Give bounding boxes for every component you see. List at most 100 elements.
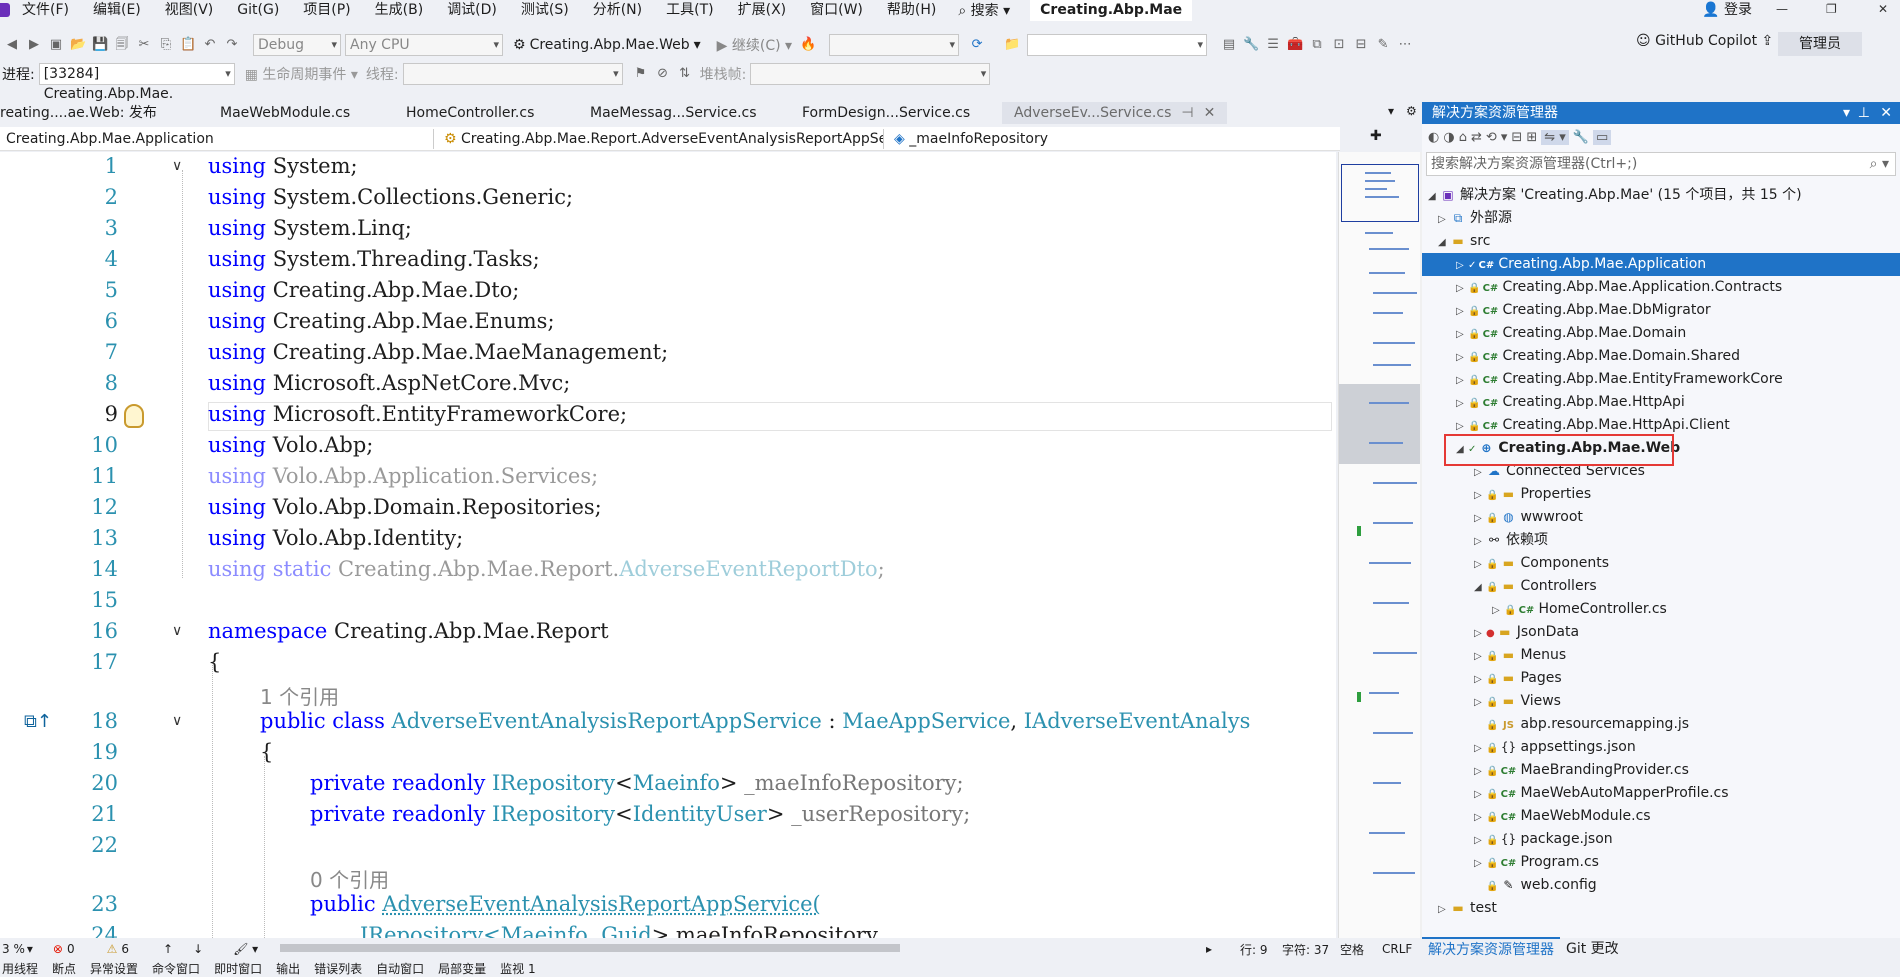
split-editor-icon[interactable]: ✚ xyxy=(1370,128,1382,144)
tree-item-menus[interactable]: ▷ 🔒 ▬ Menus xyxy=(1422,644,1900,667)
tree-item-brandingprovider[interactable]: ▷ 🔒 C# MaeBrandingProvider.cs xyxy=(1422,759,1900,782)
tab-settings-icon[interactable]: ⚙ xyxy=(1406,104,1417,118)
tab-locals[interactable]: 局部变量 xyxy=(438,960,486,977)
toolbox-icon[interactable]: 🧰 xyxy=(1287,37,1303,53)
fold-chevron-icon[interactable]: ∨ xyxy=(172,713,186,729)
collapse-arrow-icon[interactable]: ▷ xyxy=(1438,208,1450,231)
tab-error-list[interactable]: 错误列表 xyxy=(314,960,362,977)
expand-arrow-icon[interactable]: ◢ xyxy=(1438,231,1450,254)
minimap-thumb[interactable] xyxy=(1339,384,1421,464)
wrench-icon[interactable]: 🔧 xyxy=(1243,37,1259,53)
collapse-arrow-icon[interactable]: ▷ xyxy=(1474,737,1486,760)
switch-views-icon[interactable]: ⇄ xyxy=(1471,130,1482,145)
tree-item-maewebmodule[interactable]: ▷ 🔒 C# MaeWebModule.cs xyxy=(1422,805,1900,828)
restore-icon[interactable]: ❐ xyxy=(1826,0,1837,18)
flag-icon[interactable]: ⚑ xyxy=(633,66,649,82)
expand-arrow-icon[interactable]: ◢ xyxy=(1428,185,1440,208)
tab-command-window[interactable]: 命令窗口 xyxy=(152,960,200,977)
tab-git-changes[interactable]: Git 更改 xyxy=(1560,938,1625,958)
menu-tools[interactable]: 工具(T) xyxy=(654,0,725,20)
collapse-arrow-icon[interactable]: ▷ xyxy=(1474,622,1486,645)
menu-git[interactable]: Git(G) xyxy=(225,0,291,20)
minimize-icon[interactable]: — xyxy=(1776,0,1788,18)
fold-chevron-icon[interactable]: ∨ xyxy=(172,158,186,174)
collapse-all-icon[interactable]: ⊟ xyxy=(1511,130,1522,145)
codelens[interactable]: 1 个引用 xyxy=(0,681,1336,709)
tree-item-src[interactable]: ◢ ▬ src xyxy=(1422,230,1900,253)
collapse-arrow-icon[interactable]: ▷ xyxy=(1456,392,1468,415)
bookmark-icon[interactable]: ▤ xyxy=(1221,37,1237,53)
collapse-arrow-icon[interactable]: ▷ xyxy=(1438,898,1450,921)
code-editor[interactable]: 1 ∨ using System; 2 using System.Collection… xyxy=(0,152,1336,938)
tree-item-views[interactable]: ▷ 🔒 ▬ Views xyxy=(1422,690,1900,713)
reference-count[interactable]: 1 个引用 xyxy=(260,681,339,710)
debug-target-select[interactable] xyxy=(829,34,960,56)
menu-window[interactable]: 窗口(W) xyxy=(798,0,875,20)
fold-chevron-icon[interactable]: ∨ xyxy=(172,623,186,639)
expand-arrow-icon[interactable]: ◢ xyxy=(1474,576,1486,599)
tree-item-dependencies[interactable]: ▷ ⚯ 依赖项 xyxy=(1422,529,1900,552)
tree-item-dbmigrator[interactable]: ▷ 🔒 C# Creating.Abp.Mae.DbMigrator xyxy=(1422,299,1900,322)
dropdown-icon[interactable]: ▾ xyxy=(1843,102,1850,124)
tree-item-jsondata[interactable]: ▷ ● ▬ JsonData xyxy=(1422,621,1900,644)
tree-item-test[interactable]: ▷ ▬ test xyxy=(1422,897,1900,920)
tree-item-domain-shared[interactable]: ▷ 🔒 C# Creating.Abp.Mae.Domain.Shared xyxy=(1422,345,1900,368)
collapse-arrow-icon[interactable]: ▷ xyxy=(1474,668,1486,691)
tree-item-packagejson[interactable]: ▷ 🔒{} package.json xyxy=(1422,828,1900,851)
collapse-arrow-icon[interactable]: ▷ xyxy=(1456,346,1468,369)
close-tab-icon[interactable]: ✕ xyxy=(1204,102,1216,124)
zoom-level[interactable]: 3 % xyxy=(2,942,25,956)
collapse-arrow-icon[interactable]: ▷ xyxy=(1456,300,1468,323)
list-icon[interactable]: ☰ xyxy=(1265,37,1281,53)
browse-icon[interactable]: 📁 xyxy=(1004,37,1020,53)
tree-item-controllers[interactable]: ◢ 🔒 ▬ Controllers xyxy=(1422,575,1900,598)
pending-changes-icon[interactable]: ⟲ ▾ xyxy=(1486,130,1508,145)
github-copilot-button[interactable]: ☺ GitHub Copilot ⇪ ✉ xyxy=(1636,33,1789,49)
menu-extensions[interactable]: 扩展(X) xyxy=(726,0,799,20)
filter-icon[interactable]: ⊘ xyxy=(655,66,671,82)
brush-icon[interactable]: 🖌 ▾ xyxy=(233,942,258,956)
minimap-scrollbar[interactable] xyxy=(1338,152,1421,938)
tab-maemessage-service[interactable]: MaeMessag...Service.cs xyxy=(578,102,790,124)
project-nav-select[interactable]: Creating.Abp.Mae.Application xyxy=(0,129,434,149)
menu-analyze[interactable]: 分析(N) xyxy=(581,0,654,20)
menu-project[interactable]: 项目(P) xyxy=(291,0,362,20)
save-icon[interactable]: 💾 xyxy=(92,37,108,53)
collapse-arrow-icon[interactable]: ▷ xyxy=(1456,323,1468,346)
down-icon[interactable]: ↓ xyxy=(193,942,203,956)
tab-publish[interactable]: reating....ae.Web: 发布 xyxy=(0,102,208,124)
zoom-chevron-icon[interactable]: ▾ xyxy=(27,942,33,956)
search-icon[interactable]: ⌕ ▾ xyxy=(1870,153,1889,175)
copy-icon[interactable]: ⎘ xyxy=(158,37,174,53)
forward-icon[interactable]: ◑ xyxy=(1443,130,1454,145)
pin-icon[interactable]: ⊣ xyxy=(1181,102,1193,124)
find-combo[interactable] xyxy=(1027,34,1208,56)
menu-help[interactable]: 帮助(H) xyxy=(875,0,948,20)
menu-file[interactable]: 文件(F) xyxy=(10,0,81,20)
home-icon[interactable]: ⌂ xyxy=(1459,130,1467,145)
configuration-select[interactable]: Debug xyxy=(253,34,341,56)
show-all-files-icon[interactable]: ⊞ xyxy=(1526,130,1537,145)
lightbulb-icon[interactable] xyxy=(124,404,144,428)
pin-icon[interactable]: ⊥ xyxy=(1858,102,1870,124)
tree-item-application[interactable]: ▷ ✓ C# Creating.Abp.Mae.Application xyxy=(1422,253,1900,276)
collapse-arrow-icon[interactable]: ▷ xyxy=(1492,599,1504,622)
tab-homecontroller[interactable]: HomeController.cs xyxy=(394,102,578,124)
tab-solution-explorer[interactable]: 解决方案资源管理器 xyxy=(1422,937,1560,959)
search-button[interactable]: ⌕ 搜索 ▾ xyxy=(958,0,1010,20)
tab-watch-1[interactable]: 监视 1 xyxy=(500,960,535,977)
tab-threads[interactable]: 用线程 xyxy=(2,960,38,977)
line-ending[interactable]: CRLF xyxy=(1382,942,1412,956)
layout-icon[interactable]: ⊟ xyxy=(1353,37,1369,53)
collapse-arrow-icon[interactable]: ▷ xyxy=(1456,254,1468,277)
collapse-arrow-icon[interactable]: ▷ xyxy=(1474,645,1486,668)
implementation-icon[interactable]: ⧉↑ xyxy=(24,711,52,732)
forward-icon[interactable]: ▶ xyxy=(26,37,42,53)
collapse-arrow-icon[interactable]: ▷ xyxy=(1474,760,1486,783)
menu-build[interactable]: 生成(B) xyxy=(363,0,436,20)
tree-item-homecontroller[interactable]: ▷ 🔒 C# HomeController.cs xyxy=(1422,598,1900,621)
save-all-icon[interactable]: 🗐 xyxy=(114,37,130,53)
tab-adverseevent-service[interactable]: AdverseEv...Service.cs ⊣ ✕ xyxy=(1002,102,1228,124)
reference-count[interactable]: 0 个引用 xyxy=(310,864,389,893)
menu-view[interactable]: 视图(V) xyxy=(153,0,226,20)
